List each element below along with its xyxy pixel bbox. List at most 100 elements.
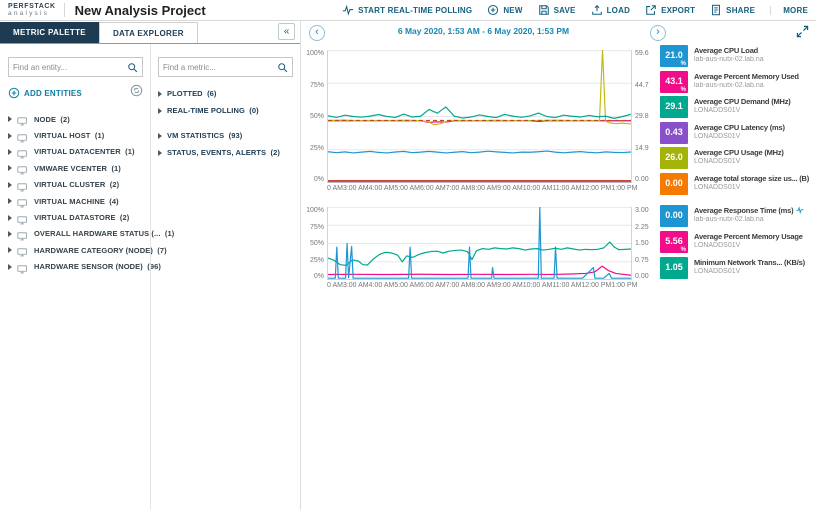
expander-caret-icon[interactable]	[8, 264, 12, 270]
y-tick-label: 100%	[306, 207, 324, 214]
metric-text: Average total storage size us... (B)LONA…	[694, 173, 809, 197]
entity-label: OVERALL HARDWARE STATUS (... (1)	[34, 229, 174, 238]
time-range-label[interactable]: 6 May 2020, 1:53 AM - 6 May 2020, 1:53 P…	[327, 26, 640, 36]
entity-search-input[interactable]	[13, 63, 127, 72]
expander-caret-icon[interactable]	[158, 91, 162, 97]
time-range-next-button[interactable]: ›	[650, 25, 666, 41]
expander-caret-icon[interactable]	[8, 149, 12, 155]
entity-item-virtual-datacenter[interactable]: VIRTUAL DATACENTER (1)	[8, 144, 143, 160]
x-tick-label: 0 AM	[327, 185, 343, 195]
legend-item-average-cpu-usage-mhz[interactable]: 26.0Average CPU Usage (MHz)LONADDS01V	[660, 147, 816, 171]
metric-name: Average total storage size us... (B)	[694, 174, 809, 183]
legend-item-average-total-storage-size-us-b[interactable]: 0.00Average total storage size us... (B)…	[660, 173, 816, 197]
virtual-machine-icon	[17, 196, 29, 206]
legend-item-minimum-network-trans-kb-s[interactable]: 1.05Minimum Network Trans... (KB/s)LONAD…	[660, 257, 816, 282]
expander-caret-icon[interactable]	[158, 150, 162, 156]
add-entities-row: ADD ENTITIES	[8, 84, 143, 102]
metric-value-badge: 0.00	[660, 205, 688, 227]
metric-group-real-time-polling[interactable]: REAL-TIME POLLING (0)	[158, 102, 293, 119]
load-button[interactable]: LOAD	[591, 4, 630, 16]
legend-item-average-cpu-load[interactable]: 21.0%Average CPU Loadlab-aus-nutx-02.lab…	[660, 45, 816, 69]
entity-item-overall-hardware-status[interactable]: OVERALL HARDWARE STATUS (... (1)	[8, 226, 143, 242]
metric-current-value: 0.00	[665, 210, 683, 220]
expander-caret-icon[interactable]	[8, 215, 12, 221]
search-icon[interactable]	[277, 62, 288, 73]
metric-group-plotted[interactable]: PLOTTED (6)	[158, 85, 293, 102]
expander-caret-icon[interactable]	[8, 198, 12, 204]
entity-item-virtual-machine[interactable]: VIRTUAL MACHINE (4)	[8, 193, 143, 209]
entity-item-hardware-sensor-node[interactable]: HARDWARE SENSOR (NODE) (96)	[8, 259, 143, 275]
y-tick-label: 0.75	[635, 257, 649, 264]
metric-group-label: VM STATISTICS (93)	[167, 131, 242, 140]
expander-caret-icon[interactable]	[8, 231, 12, 237]
entity-item-virtual-host[interactable]: VIRTUAL HOST (1)	[8, 127, 143, 143]
expander-caret-icon[interactable]	[8, 247, 12, 253]
vmware-vcenter-icon	[17, 163, 29, 173]
search-icon[interactable]	[127, 62, 138, 73]
x-tick-label: 3:00 AM	[343, 282, 369, 292]
entity-tree: NODE (2)VIRTUAL HOST (1)VIRTUAL DATACENT…	[8, 111, 143, 275]
chart-1-x-axis: 0 AM3:00 AM4:00 AM5:00 AM6:00 AM7:00 AM8…	[327, 185, 632, 195]
share-button[interactable]: SHARE	[710, 4, 755, 16]
y-tick-label: 29.8	[635, 113, 649, 120]
chart-1-left-axis: 100%75%50%25%0%	[301, 50, 327, 183]
chart-1-plot[interactable]	[327, 50, 632, 183]
entity-item-vmware-vcenter[interactable]: VMWARE VCENTER (1)	[8, 160, 143, 176]
metric-group-status-events-alerts[interactable]: STATUS, EVENTS, ALERTS (2)	[158, 144, 293, 161]
metric-current-value: 29.1	[665, 101, 683, 111]
expander-caret-icon[interactable]	[8, 165, 12, 171]
new-button[interactable]: NEW	[487, 4, 522, 16]
toolbar: START REAL-TIME POLLING NEW SAVE LOAD EXPORT…	[342, 4, 808, 16]
legend-item-average-cpu-latency-ms[interactable]: 0.43Average CPU Latency (ms)LONADDS01V	[660, 122, 816, 146]
entity-item-virtual-cluster[interactable]: VIRTUAL CLUSTER (2)	[8, 177, 143, 193]
metric-group-vm-statistics[interactable]: VM STATISTICS (93)	[158, 127, 293, 144]
tab-data-explorer[interactable]: DATA EXPLORER	[99, 22, 198, 43]
y-tick-label: 14.9	[635, 145, 649, 152]
expander-caret-icon[interactable]	[8, 182, 12, 188]
legend-item-average-percent-memory-used[interactable]: 43.1%Average Percent Memory Usedlab-aus-…	[660, 71, 816, 95]
x-tick-label: 11:00 AM	[552, 282, 581, 292]
new-label: NEW	[503, 6, 522, 15]
metric-current-value: 43.1	[665, 76, 683, 86]
start-real-time-polling-label: START REAL-TIME POLLING	[358, 6, 472, 15]
expander-caret-icon[interactable]	[158, 133, 162, 139]
metric-entity: lab-aus-nutx-02.lab.na	[694, 56, 764, 63]
metric-name: Average Percent Memory Used	[694, 72, 799, 81]
metric-current-value: 21.0	[665, 50, 683, 60]
add-entities-button[interactable]: ADD ENTITIES	[8, 87, 82, 99]
start-real-time-polling-button[interactable]: START REAL-TIME POLLING	[342, 4, 472, 16]
charts-and-legend: 100%75%50%25%0% 59.644.729.814.90.00 0 A…	[301, 45, 816, 510]
y-tick-label: 0.00	[635, 176, 649, 183]
collapse-panel-button[interactable]: «	[278, 23, 295, 40]
chart-2-plot[interactable]	[327, 207, 632, 280]
load-icon	[591, 4, 603, 16]
virtual-cluster-icon	[17, 180, 29, 190]
metric-name: Average Response Time (ms)	[694, 206, 804, 215]
entity-item-hardware-category-node[interactable]: HARDWARE CATEGORY (NODE) (7)	[8, 242, 143, 258]
expander-caret-icon[interactable]	[158, 108, 162, 114]
entity-label: HARDWARE SENSOR (NODE) (96)	[34, 262, 161, 271]
legend-item-average-response-time-ms[interactable]: 0.00Average Response Time (ms)lab-aus-nu…	[660, 205, 816, 230]
x-tick-label: 8:00 AM	[471, 185, 497, 195]
save-icon	[538, 4, 550, 16]
x-tick-label: 11:00 AM	[552, 185, 581, 195]
time-range-prev-button[interactable]: ‹	[309, 25, 325, 41]
legend-item-average-percent-memory-usage[interactable]: 5.56%Average Percent Memory UsageLONADDS…	[660, 231, 816, 256]
metric-value-badge: 21.0%	[660, 45, 688, 67]
metric-unit: %	[681, 87, 686, 93]
metric-entity: LONADDS01V	[694, 107, 791, 114]
expander-caret-icon[interactable]	[8, 116, 12, 122]
expand-icon[interactable]	[796, 25, 810, 39]
expander-caret-icon[interactable]	[8, 133, 12, 139]
y-tick-label: 0%	[314, 176, 324, 183]
entity-item-virtual-datastore[interactable]: VIRTUAL DATASTORE (2)	[8, 209, 143, 225]
metric-search-input[interactable]	[163, 63, 277, 72]
y-tick-label: 59.6	[635, 50, 649, 57]
tab-metric-palette[interactable]: METRIC PALETTE	[0, 22, 99, 43]
entity-item-node[interactable]: NODE (2)	[8, 111, 143, 127]
legend-item-average-cpu-demand-mhz[interactable]: 29.1Average CPU Demand (MHz)LONADDS01V	[660, 96, 816, 120]
save-button[interactable]: SAVE	[538, 4, 576, 16]
export-button[interactable]: EXPORT	[645, 4, 695, 16]
refresh-entities-icon[interactable]	[130, 84, 143, 102]
more-button[interactable]: MORE	[770, 6, 808, 15]
